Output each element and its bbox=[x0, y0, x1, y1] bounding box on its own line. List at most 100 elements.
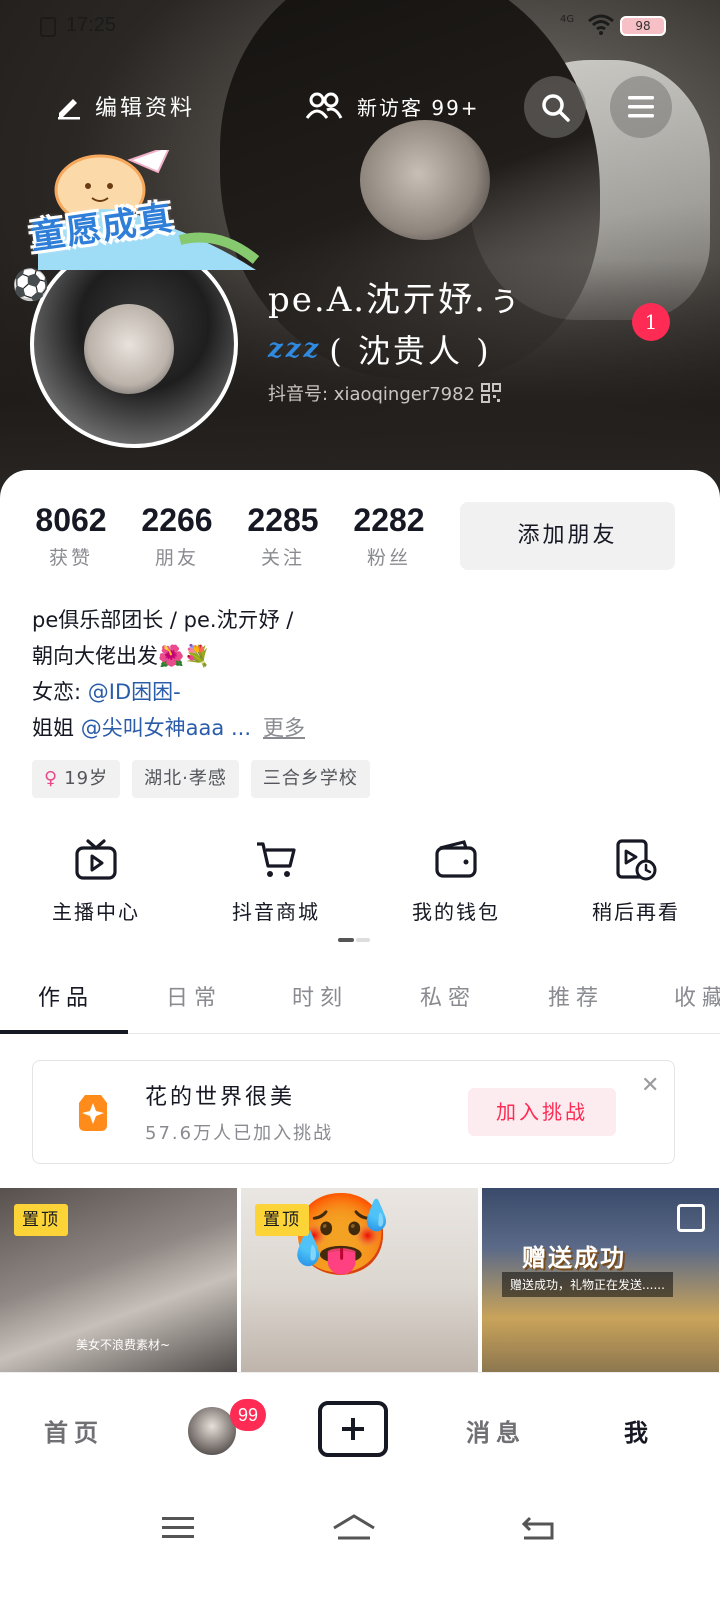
gift-success-text: 赠送成功 bbox=[522, 1244, 626, 1272]
pinned-badge: 置顶 bbox=[14, 1204, 68, 1236]
shortcut-watch-later[interactable]: 稍后再看 bbox=[552, 838, 720, 925]
challenge-subtitle: 57.6万人已加入挑战 bbox=[145, 1123, 334, 1144]
video-thumbnail[interactable]: 🥵 置顶 bbox=[241, 1188, 478, 1388]
tab-indicator bbox=[0, 1030, 128, 1034]
profile-tags: ♀ 19岁 湖北·孝感 三合乡学校 bbox=[32, 760, 370, 798]
profile-name: pe.A.沈亓妤.ぅ bbox=[268, 280, 523, 320]
video-thumbnail[interactable]: 赠送成功 赠送成功，礼物正在发送...... bbox=[482, 1188, 719, 1388]
mention-link[interactable]: @ID困困- bbox=[88, 680, 181, 704]
visitors-icon bbox=[305, 92, 343, 119]
tag-age: ♀ 19岁 bbox=[32, 760, 121, 798]
notification-badge[interactable]: 1 bbox=[632, 303, 670, 341]
shortcut-pager bbox=[338, 938, 370, 942]
stats-row: 8062 获赞 2266 朋友 2285 关注 2282 粉丝 bbox=[30, 502, 430, 570]
video-thumbnail[interactable]: 置顶 美女不浪费素材~ bbox=[0, 1188, 237, 1388]
stat-value: 2285 bbox=[247, 502, 319, 538]
challenge-card[interactable]: 花的世界很美 57.6万人已加入挑战 加入挑战 ✕ bbox=[32, 1060, 675, 1164]
shortcut-streamer-center[interactable]: 主播中心 bbox=[12, 838, 180, 925]
nav-me[interactable]: 我 bbox=[624, 1413, 654, 1448]
cart-icon bbox=[257, 842, 296, 877]
bio-line: pe俱乐部团长 / pe.沈亓妤 / bbox=[32, 608, 294, 632]
search-button[interactable] bbox=[524, 76, 586, 138]
menu-button[interactable] bbox=[610, 76, 672, 138]
new-visitors-button[interactable]: 新访客 99+ bbox=[305, 88, 480, 124]
video-grid: 置顶 美女不浪费素材~ 🥵 置顶 赠送成功 赠送成功，礼物正在发送...... bbox=[0, 1188, 720, 1388]
stat-value: 8062 bbox=[35, 502, 107, 538]
wifi-icon bbox=[588, 14, 614, 35]
sim-icon bbox=[40, 17, 56, 37]
create-button[interactable] bbox=[318, 1401, 388, 1457]
tab-favorites[interactable]: 收藏 bbox=[674, 980, 720, 1012]
stat-label: 粉丝 bbox=[366, 547, 411, 569]
edit-profile-button[interactable]: 编辑资料 bbox=[55, 88, 195, 124]
tab-moments[interactable]: 时刻 bbox=[292, 980, 348, 1012]
female-icon: ♀ bbox=[44, 768, 59, 789]
bio-line: 姐姐 @尖叫女神aaa ... 更多 bbox=[32, 716, 305, 740]
tab-works[interactable]: 作品 bbox=[38, 980, 94, 1012]
bio-line: 女恋: @ID困困- bbox=[32, 680, 181, 704]
nav-messages[interactable]: 消息 bbox=[466, 1413, 526, 1448]
shortcut-row: 主播中心 抖音商城 我的钱包 稍后再看 bbox=[0, 838, 720, 925]
system-navigation bbox=[0, 1484, 720, 1600]
home-icon[interactable] bbox=[330, 1508, 378, 1548]
stat-value: 2282 bbox=[353, 502, 425, 538]
back-icon[interactable] bbox=[518, 1508, 558, 1548]
tv-icon bbox=[75, 839, 117, 880]
stat-label: 关注 bbox=[260, 547, 305, 569]
content-tabs: 作品 日常 时刻 私密 推荐 收藏 bbox=[0, 970, 720, 1034]
douyin-id-text: 抖音号: xiaoqinger7982 bbox=[268, 384, 476, 405]
profile-bio: pe俱乐部团长 / pe.沈亓妤 / 朝向大佬出发🌺💐 女恋: @ID困困- 姐… bbox=[32, 602, 305, 746]
sleep-icon: zzz bbox=[268, 334, 322, 364]
bottom-navigation: 首页 99 消息 我 bbox=[0, 1372, 720, 1484]
pencil-icon bbox=[58, 99, 80, 120]
multi-image-icon bbox=[677, 1204, 705, 1232]
search-icon bbox=[542, 94, 570, 122]
challenge-title: 花的世界很美 bbox=[145, 1085, 296, 1110]
stat-following[interactable]: 2285 关注 bbox=[242, 502, 324, 570]
new-visitors-label: 新访客 99+ bbox=[357, 95, 480, 120]
profile-nickname: zzz ( 沈贵人 ) bbox=[268, 326, 492, 372]
join-challenge-button[interactable]: 加入挑战 bbox=[468, 1088, 616, 1136]
nav-home[interactable]: 首页 bbox=[44, 1413, 104, 1448]
stat-label: 朋友 bbox=[154, 547, 199, 569]
challenge-icon bbox=[79, 1095, 107, 1131]
plus-icon bbox=[342, 1418, 364, 1440]
tag-location: 湖北·孝感 bbox=[132, 760, 239, 798]
stat-followers[interactable]: 2282 粉丝 bbox=[348, 502, 430, 570]
stat-likes[interactable]: 8062 获赞 bbox=[30, 502, 112, 570]
top-action-bar: 编辑资料 新访客 99+ bbox=[0, 70, 720, 140]
tab-recommend[interactable]: 推荐 bbox=[548, 980, 604, 1012]
close-icon[interactable]: ✕ bbox=[641, 1073, 659, 1098]
tag-school: 三合乡学校 bbox=[250, 760, 370, 798]
tab-daily[interactable]: 日常 bbox=[166, 980, 222, 1012]
status-bar: 17:25 4G 98 bbox=[0, 0, 720, 52]
wallet-icon bbox=[435, 840, 477, 878]
network-indicator: 4G bbox=[560, 14, 575, 25]
add-friend-button[interactable]: 添加朋友 bbox=[460, 502, 675, 570]
douyin-id[interactable]: 抖音号: xiaoqinger7982 bbox=[268, 380, 502, 406]
stat-value: 2266 bbox=[141, 502, 213, 538]
nickname-text: ( 沈贵人 ) bbox=[329, 332, 492, 370]
video-caption: 美女不浪费素材~ bbox=[76, 1338, 171, 1352]
shortcut-mall[interactable]: 抖音商城 bbox=[192, 838, 360, 925]
pinned-badge: 置顶 bbox=[255, 1204, 309, 1236]
recent-apps-icon[interactable] bbox=[158, 1508, 198, 1548]
profile-avatar[interactable] bbox=[30, 240, 238, 448]
tab-private[interactable]: 私密 bbox=[420, 980, 476, 1012]
edit-profile-label: 编辑资料 bbox=[95, 96, 196, 121]
menu-icon bbox=[628, 96, 654, 118]
qr-code-icon[interactable] bbox=[481, 383, 502, 403]
shortcut-wallet[interactable]: 我的钱包 bbox=[372, 838, 540, 925]
bio-line: 朝向大佬出发🌺💐 bbox=[32, 644, 211, 668]
mention-link[interactable]: @尖叫女神aaa ... bbox=[81, 716, 251, 740]
battery-indicator: 98 bbox=[620, 16, 666, 36]
stat-friends[interactable]: 2266 朋友 bbox=[136, 502, 218, 570]
stat-label: 获赞 bbox=[48, 547, 93, 569]
avatar-face bbox=[84, 304, 174, 394]
soccer-ball-icon: ⚽ bbox=[12, 268, 50, 303]
bio-more-link[interactable]: 更多 bbox=[263, 716, 305, 740]
pager-dot-active bbox=[338, 938, 354, 942]
pager-dot bbox=[356, 938, 370, 942]
friends-badge: 99 bbox=[230, 1399, 266, 1431]
status-time: 17:25 bbox=[66, 14, 117, 36]
